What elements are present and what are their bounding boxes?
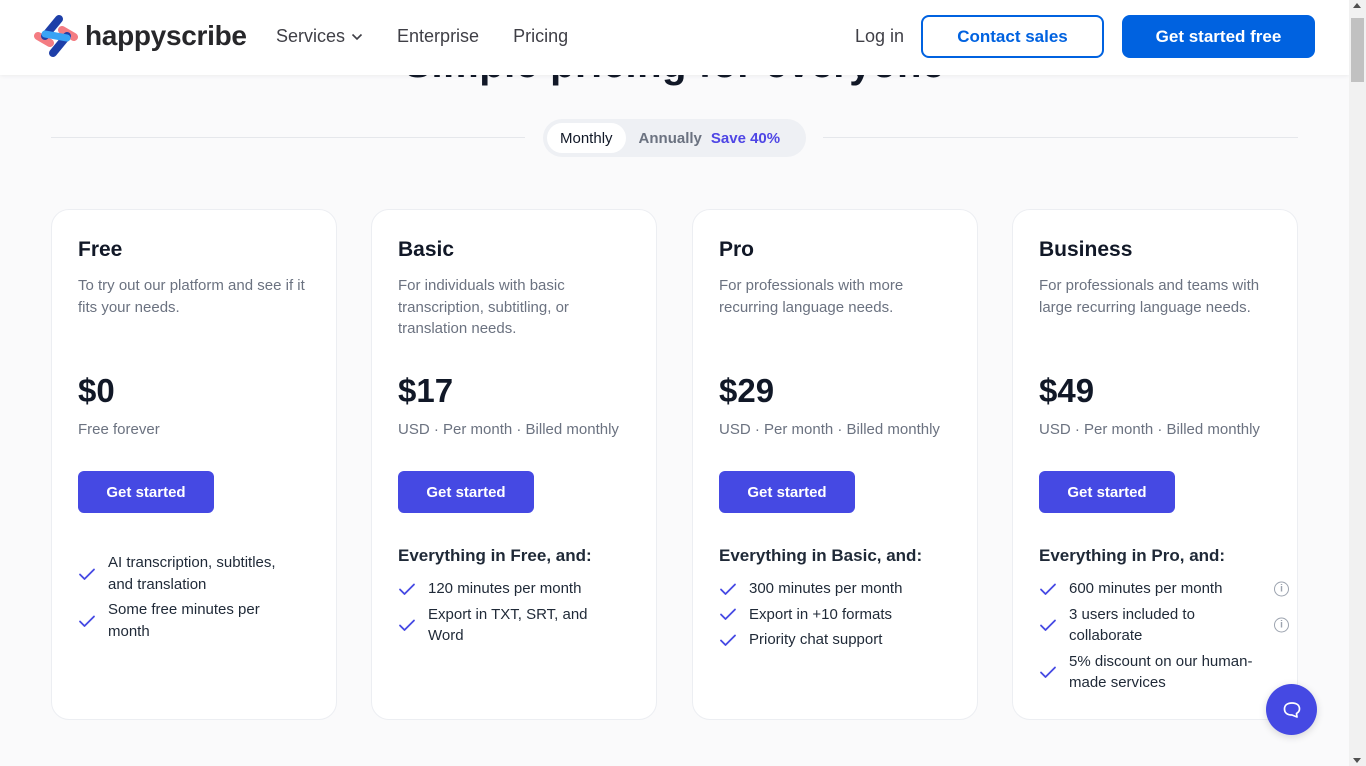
plan-billing: Free forever [78,421,160,438]
plan-price: $17 [398,372,454,409]
plan-card-pro: Pro For professionals with more recurrin… [692,209,978,720]
vertical-scrollbar[interactable] [1349,0,1366,766]
info-icon[interactable]: i [1274,581,1289,597]
feature-list: 300 minutes per month Export in +10 forma… [719,578,959,655]
check-icon [1039,618,1059,632]
feature-item: 600 minutes per month i [1039,578,1289,600]
feature-item: 300 minutes per month [719,578,959,600]
get-started-button[interactable]: Get started [78,471,214,513]
plan-description: To try out our platform and see if it fi… [78,277,305,316]
feature-list: 120 minutes per month Export in TXT, SRT,… [398,578,638,651]
check-icon [1039,582,1059,596]
login-link[interactable]: Log in [855,26,904,47]
check-icon [78,567,98,581]
chevron-down-icon [351,33,363,40]
get-started-button[interactable]: Get started [398,471,534,513]
feature-item: Some free minutes per month [78,599,318,642]
plan-description: For professionals with more recurring la… [719,277,904,316]
plan-name: Pro [719,238,755,261]
feature-item: Priority chat support [719,629,959,651]
logo-text: happyscribe [85,20,247,51]
feature-item: 5% discount on our human-made services [1039,651,1279,694]
toggle-monthly[interactable]: Monthly [547,123,626,153]
nav-pricing-label: Pricing [513,26,569,46]
check-icon [719,633,739,647]
happyscribe-logo-icon [34,15,78,57]
get-started-button[interactable]: Get started [1039,471,1175,513]
feature-list: 600 minutes per month i 3 users included t… [1039,578,1289,698]
feature-text: 300 minutes per month [749,580,903,597]
feature-text: 5% discount on our human-made services [1069,652,1253,692]
plan-billing: USD · Per month · Billed monthly [1039,421,1260,438]
plan-billing: USD · Per month · Billed monthly [398,421,619,438]
get-started-free-button[interactable]: Get started free [1122,15,1315,58]
check-icon [398,618,418,632]
billing-toggle: Monthly Annually Save 40% [543,119,806,157]
plan-price: $29 [719,372,775,409]
logo[interactable]: happyscribe [33,14,247,58]
check-icon [78,614,98,628]
feature-text: 600 minutes per month [1069,580,1223,597]
feature-item: Export in TXT, SRT, and Word [398,604,638,647]
plan-name: Free [78,238,123,261]
main-nav: Services Enterprise Pricing [276,26,568,47]
plan-subheading: Everything in Pro, and: [1039,546,1226,565]
info-icon[interactable]: i [1274,617,1289,633]
feature-text: AI transcription, subtitles, and transla… [108,554,276,593]
toggle-annually[interactable]: Annually [639,130,702,147]
plan-card-business: Business For professionals and teams wit… [1012,209,1298,720]
feature-item: 3 users included to collaborate i [1039,604,1289,647]
feature-text: Some free minutes per month [108,601,260,640]
plan-card-free: Free To try out our platform and see if … [51,209,337,720]
plan-card-basic: Basic For individuals with basic transcr… [371,209,657,720]
chat-launcher-button[interactable] [1266,684,1317,735]
check-icon [719,607,739,621]
plan-subheading: Everything in Basic, and: [719,546,923,565]
nav-enterprise[interactable]: Enterprise [397,26,479,47]
feature-item: Export in +10 formats [719,604,959,626]
nav-services-label: Services [276,26,346,46]
plan-name: Business [1039,238,1133,261]
check-icon [398,582,418,596]
get-started-button[interactable]: Get started [719,471,855,513]
plan-subheading: Everything in Free, and: [398,546,592,565]
plan-name: Basic [398,238,455,261]
plan-description: For individuals with basic transcription… [398,277,569,337]
page: Simple pricing for everyone happyscribe … [0,0,1349,766]
divider-right [823,137,1298,138]
feature-item: 120 minutes per month [398,578,638,600]
feature-text: 120 minutes per month [428,580,582,597]
divider-left [51,137,525,138]
check-icon [719,582,739,596]
nav-enterprise-label: Enterprise [397,26,480,46]
feature-list: AI transcription, subtitles, and transla… [78,552,318,646]
plan-billing: USD · Per month · Billed monthly [719,421,940,438]
plan-price: $0 [78,372,115,409]
scrollbar-thumb[interactable] [1351,18,1364,82]
chat-bubble-icon [1283,701,1300,718]
plan-price: $49 [1039,372,1095,409]
scroll-up-arrow-icon[interactable] [1353,3,1361,8]
nav-services[interactable]: Services [276,26,363,47]
feature-item: AI transcription, subtitles, and transla… [78,552,318,595]
check-icon [1039,665,1059,679]
plan-description: For professionals and teams with large r… [1039,277,1260,316]
feature-text: Priority chat support [749,631,883,648]
feature-text: 3 users included to collaborate [1069,605,1195,645]
feature-text: Export in TXT, SRT, and Word [428,605,588,645]
scroll-down-arrow-icon[interactable] [1353,758,1361,763]
site-header: happyscribe Services Enterprise Pricing … [0,0,1349,75]
feature-text: Export in +10 formats [749,605,892,623]
save-badge: Save 40% [710,129,781,147]
nav-pricing[interactable]: Pricing [513,26,568,47]
contact-sales-button[interactable]: Contact sales [921,15,1104,58]
